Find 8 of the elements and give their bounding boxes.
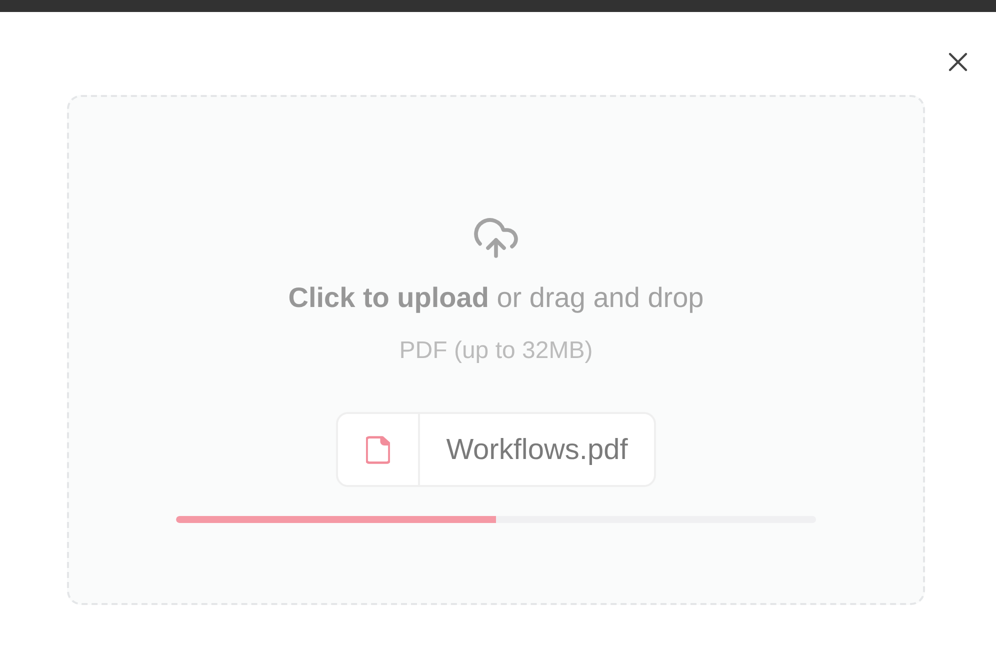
close-icon [948,52,968,72]
upload-dropzone[interactable]: Click to upload or drag and drop PDF (up to 32MB) Workflows.pdf [67,95,925,605]
file-name: Workflows.pdf [445,432,629,466]
close-button[interactable] [948,52,968,72]
file-type-hint: PDF (up to 32MB) [399,337,593,365]
file-icon [366,436,390,464]
upload-prompt: Click to upload or drag and drop [288,282,704,314]
cloud-upload-icon [474,218,518,258]
